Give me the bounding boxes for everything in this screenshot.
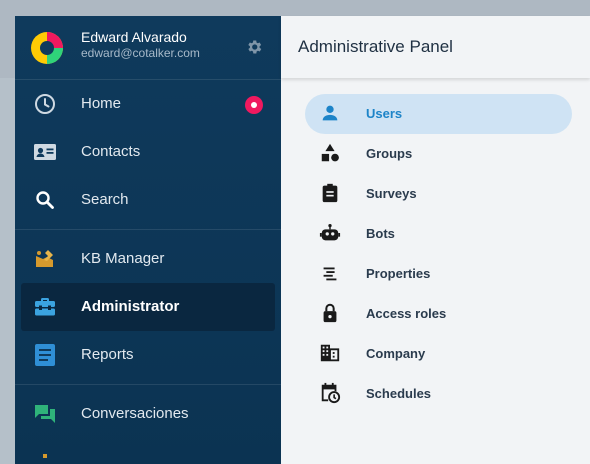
sidebar-item-kb-manager[interactable]: KB Manager	[15, 235, 281, 283]
gear-icon[interactable]	[245, 38, 263, 56]
shapes-icon	[321, 143, 339, 162]
sidebar-divider	[15, 229, 281, 230]
admin-item-surveys[interactable]: Surveys	[305, 174, 572, 214]
admin-item-label: Schedules	[366, 386, 432, 401]
sidebar-nav: Home Contacts Search KB Manager Administ…	[15, 80, 281, 464]
avatar[interactable]	[31, 32, 63, 64]
search-icon	[36, 191, 54, 209]
contact-card-icon	[34, 144, 56, 160]
main-header: Administrative Panel	[281, 16, 590, 78]
main-panel: Administrative Panel Users Groups Survey…	[281, 16, 590, 464]
sidebar-item-label: Conversaciones	[81, 405, 189, 422]
sidebar: Edward Alvarado edward@cotalker.com Home…	[15, 16, 281, 464]
lock-icon	[323, 303, 337, 323]
sidebar-divider	[15, 384, 281, 385]
calendar-clock-icon	[321, 382, 341, 404]
admin-item-company[interactable]: Company	[305, 334, 572, 374]
sidebar-item-contacts[interactable]: Contacts	[15, 128, 281, 176]
admin-item-groups[interactable]: Groups	[305, 134, 572, 174]
sidebar-item-search[interactable]: Search	[15, 176, 281, 224]
admin-item-label: Bots	[366, 226, 395, 241]
sidebar-item-label: Administrator	[81, 298, 180, 315]
sidebar-item-partial[interactable]	[15, 438, 281, 464]
clipboard-icon	[322, 183, 338, 203]
page-title: Administrative Panel	[298, 37, 453, 56]
sidebar-item-label: Search	[81, 191, 129, 208]
sidebar-item-home[interactable]: Home	[15, 80, 281, 128]
admin-item-label: Access roles	[366, 306, 447, 321]
clock-icon	[35, 94, 55, 114]
admin-item-label: Surveys	[366, 186, 417, 201]
admin-item-schedules[interactable]: Schedules	[305, 374, 572, 414]
admin-menu: Users Groups Surveys Bots Properties Acc…	[305, 94, 572, 414]
admin-item-label: Company	[366, 346, 426, 361]
kb-manager-icon	[36, 250, 53, 267]
user-icon	[322, 105, 338, 121]
sidebar-item-label: Contacts	[81, 143, 141, 160]
sidebar-item-reports[interactable]: Reports	[15, 331, 281, 379]
user-name: Edward Alvarado	[81, 29, 187, 45]
report-icon	[35, 344, 55, 366]
sidebar-item-label: Reports	[81, 346, 134, 363]
notification-badge	[245, 96, 263, 114]
admin-item-label: Users	[366, 106, 403, 121]
lines-icon	[323, 267, 337, 281]
robot-icon	[319, 224, 341, 241]
user-email: edward@cotalker.com	[81, 46, 200, 60]
toolbox-icon	[35, 298, 55, 316]
admin-item-users[interactable]: Users	[305, 94, 572, 134]
admin-item-properties[interactable]: Properties	[305, 254, 572, 294]
sidebar-item-label: Home	[81, 95, 122, 112]
chat-icon	[35, 405, 55, 423]
partial-icon	[43, 454, 47, 458]
admin-item-label: Groups	[366, 146, 413, 161]
sidebar-item-administrator[interactable]: Administrator	[21, 283, 275, 331]
user-profile: Edward Alvarado edward@cotalker.com	[15, 16, 281, 80]
building-icon	[320, 344, 340, 362]
admin-item-bots[interactable]: Bots	[305, 214, 572, 254]
sidebar-item-label: KB Manager	[81, 250, 165, 267]
admin-item-access-roles[interactable]: Access roles	[305, 294, 572, 334]
admin-item-label: Properties	[366, 266, 431, 281]
sidebar-item-conversaciones[interactable]: Conversaciones	[15, 390, 281, 438]
